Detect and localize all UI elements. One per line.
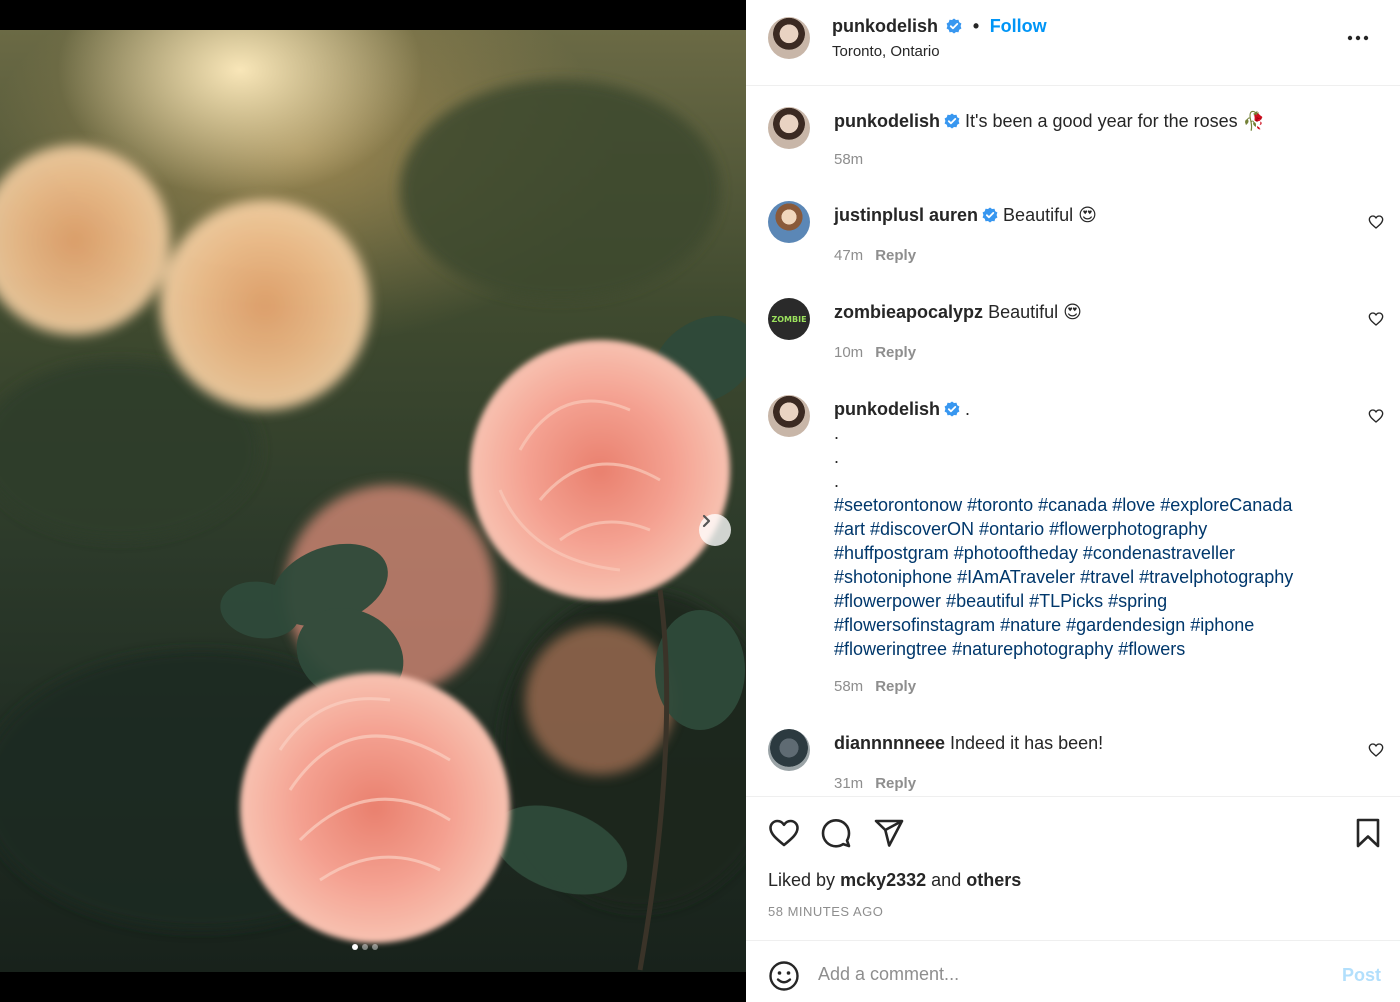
carousel-indicator <box>352 944 378 950</box>
wilted-rose-emoji: 🥀 <box>1242 111 1266 132</box>
hashtag-line[interactable]: #flowerpower #beautiful #TLPicks #spring <box>834 589 1334 613</box>
avatar[interactable] <box>768 17 810 59</box>
likes-conjunction: and <box>931 870 962 890</box>
hashtag-line[interactable]: #huffpostgram #photooftheday #condenastr… <box>834 541 1334 565</box>
comment-composer: Post <box>746 940 1400 1002</box>
avatar[interactable] <box>768 107 810 149</box>
hashtag-line[interactable]: #art #discoverON #ontario #flowerphotogr… <box>834 517 1334 541</box>
comment-bubble-icon[interactable] <box>820 817 852 849</box>
avatar[interactable]: ZOMBIE <box>768 298 810 340</box>
reply-button[interactable]: Reply <box>875 247 916 264</box>
emoji-picker-icon[interactable] <box>768 960 800 992</box>
comment-text: Beautiful <box>988 302 1059 322</box>
like-comment-heart-icon[interactable] <box>1368 214 1384 230</box>
verified-badge-icon <box>944 401 960 417</box>
comment-time[interactable]: 10m <box>834 344 863 361</box>
hashtag-line[interactable]: #shotoniphone #IAmATraveler #travel #tra… <box>834 565 1334 589</box>
hashtag-line[interactable]: #flowersofinstagram #nature #gardendesig… <box>834 613 1334 637</box>
caption-username[interactable]: punkodelish <box>834 111 940 131</box>
like-comment-heart-icon[interactable] <box>1368 408 1384 424</box>
caption-text: It's been a good year for the roses <box>965 111 1238 131</box>
comment-text: Beautiful <box>1003 205 1074 225</box>
comment-username[interactable]: justinplusl auren <box>834 205 978 225</box>
comment-username[interactable]: zombieapocalypz <box>834 302 983 322</box>
comment-text: . <box>965 399 971 419</box>
verified-badge-icon <box>947 18 962 34</box>
post-media <box>0 0 746 1002</box>
caption-time[interactable]: 58m <box>834 151 863 168</box>
comment-username[interactable]: diannnnneee <box>834 733 945 753</box>
post-comment-button[interactable]: Post <box>1342 965 1381 986</box>
likes-summary: Liked by mcky2332 and others <box>768 870 1021 891</box>
dot-line: . <box>834 447 840 467</box>
follow-button[interactable]: Follow <box>990 16 1047 36</box>
hashtag-line[interactable]: #seetorontonow #toronto #canada #love #e… <box>834 493 1334 517</box>
heart-eyes-emoji: 😍 <box>1078 205 1097 226</box>
post-header: punkodelish • Follow Toronto, Ontario <box>746 0 1400 86</box>
like-comment-heart-icon[interactable] <box>1368 742 1384 758</box>
likes-others-link[interactable]: others <box>966 870 1021 890</box>
reply-button[interactable]: Reply <box>875 344 916 361</box>
post-actions: Liked by mcky2332 and others 58 MINUTES … <box>746 796 1400 940</box>
comment-time[interactable]: 31m <box>834 775 863 792</box>
like-comment-heart-icon[interactable] <box>1368 311 1384 327</box>
likes-prefix: Liked by <box>768 870 836 890</box>
like-heart-icon[interactable] <box>768 817 800 849</box>
comment-username[interactable]: punkodelish <box>834 399 940 419</box>
post-photo[interactable] <box>0 30 746 972</box>
share-send-icon[interactable] <box>873 817 905 849</box>
avatar-logo-text: ZOMBIE <box>771 314 807 324</box>
author-username[interactable]: punkodelish <box>832 16 938 36</box>
reply-button[interactable]: Reply <box>875 678 916 695</box>
dot-line: . <box>834 471 840 491</box>
carousel-dot <box>372 944 378 950</box>
post-location[interactable]: Toronto, Ontario <box>832 43 940 60</box>
avatar[interactable] <box>768 395 810 437</box>
heart-eyes-emoji: 😍 <box>1063 302 1082 323</box>
comment-time[interactable]: 47m <box>834 247 863 264</box>
avatar[interactable] <box>768 729 810 771</box>
comment-text: Indeed it has been! <box>950 733 1104 753</box>
hashtag-line[interactable]: #floweringtree #naturephotography #flowe… <box>834 637 1334 661</box>
chevron-right-icon <box>702 514 711 528</box>
add-comment-input[interactable] <box>818 957 1318 991</box>
comment-time[interactable]: 58m <box>834 678 863 695</box>
post-timestamp[interactable]: 58 MINUTES AGO <box>768 904 883 919</box>
roses-illustration <box>0 80 746 971</box>
dot-line: . <box>834 423 840 443</box>
liker-username[interactable]: mcky2332 <box>840 870 926 890</box>
reply-button[interactable]: Reply <box>875 775 916 792</box>
more-options-icon[interactable] <box>1344 28 1372 48</box>
save-bookmark-icon[interactable] <box>1352 817 1384 849</box>
verified-badge-icon <box>944 113 960 129</box>
avatar[interactable] <box>768 201 810 243</box>
comments-list[interactable]: punkodelish It's been a good year for th… <box>746 87 1400 796</box>
verified-badge-icon <box>982 207 998 223</box>
carousel-dot <box>352 944 358 950</box>
carousel-dot <box>362 944 368 950</box>
carousel-next-button[interactable] <box>699 514 731 546</box>
post-details-panel: punkodelish • Follow Toronto, Ontario pu… <box>746 0 1400 1002</box>
separator-dot: • <box>972 16 980 36</box>
